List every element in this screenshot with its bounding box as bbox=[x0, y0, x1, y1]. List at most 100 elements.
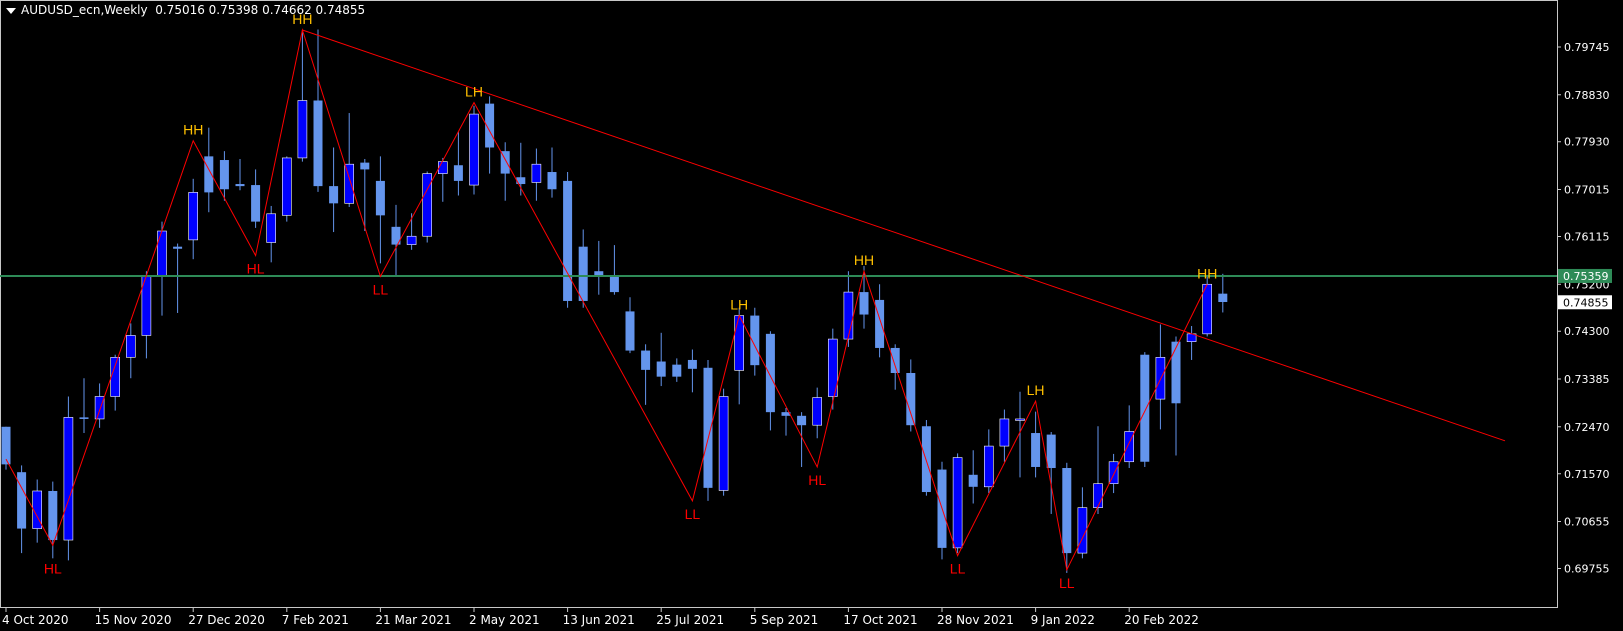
candle-body bbox=[875, 299, 885, 348]
ohlc-values: 0.75016 0.75398 0.74662 0.74855 bbox=[155, 3, 366, 17]
candle-body bbox=[1062, 468, 1072, 554]
candle-body bbox=[1218, 293, 1228, 303]
candle-body bbox=[406, 235, 417, 245]
x-tick-label: 21 Mar 2021 bbox=[375, 613, 451, 627]
candle-body bbox=[672, 364, 682, 377]
candle-body bbox=[110, 357, 120, 397]
candle-body bbox=[890, 347, 900, 374]
y-tick-label: 0.77930 bbox=[1564, 136, 1610, 149]
swing-label: HH bbox=[183, 122, 203, 138]
candle-body bbox=[1031, 433, 1041, 467]
candle-body bbox=[734, 315, 745, 371]
candle-body bbox=[609, 276, 619, 293]
swing-label: HL bbox=[44, 561, 62, 577]
candle-body bbox=[578, 246, 588, 301]
swing-label: LL bbox=[685, 506, 701, 522]
candle-body bbox=[63, 417, 74, 541]
x-tick-label: 28 Nov 2021 bbox=[937, 613, 1014, 627]
x-tick-label: 13 Jun 2021 bbox=[563, 613, 635, 627]
x-tick-label: 20 Feb 2022 bbox=[1124, 613, 1199, 627]
x-tick-label: 25 Jul 2021 bbox=[656, 613, 724, 627]
candle-body bbox=[906, 373, 916, 426]
candle-body bbox=[79, 417, 89, 419]
candle-body bbox=[157, 230, 167, 277]
candle-body bbox=[469, 113, 479, 186]
candle-body bbox=[687, 359, 697, 369]
candle-body bbox=[1046, 434, 1056, 469]
swing-label: HL bbox=[808, 472, 826, 488]
price-tag-label: 0.74855 bbox=[1563, 296, 1609, 309]
x-tick-label: 27 Dec 2020 bbox=[188, 613, 265, 627]
candle-body bbox=[281, 157, 292, 216]
candle-body bbox=[219, 160, 229, 190]
dropdown-arrow-icon[interactable] bbox=[6, 7, 16, 14]
swing-label: LL bbox=[373, 281, 389, 297]
candle-body bbox=[797, 415, 807, 426]
candle-body bbox=[1, 426, 11, 465]
y-tick-label: 0.79745 bbox=[1564, 41, 1610, 54]
candle-body bbox=[344, 163, 355, 204]
y-tick-label: 0.73385 bbox=[1564, 373, 1610, 386]
candle-body bbox=[968, 474, 978, 487]
y-tick-label: 0.76115 bbox=[1564, 230, 1610, 243]
candle-body bbox=[656, 361, 666, 377]
candle-body bbox=[297, 100, 308, 159]
y-tick-label: 0.74300 bbox=[1564, 325, 1610, 338]
candle-body bbox=[437, 161, 448, 174]
y-tick-label: 0.71570 bbox=[1564, 468, 1610, 481]
candle-body bbox=[812, 397, 823, 426]
candle-body bbox=[48, 490, 58, 541]
candle-body bbox=[999, 418, 1010, 447]
candle-body bbox=[983, 445, 994, 488]
chart-background bbox=[0, 0, 1623, 631]
candle-body bbox=[563, 180, 573, 301]
candle-body bbox=[1015, 418, 1025, 421]
x-tick-label: 7 Feb 2021 bbox=[282, 613, 349, 627]
x-tick-label: 9 Jan 2022 bbox=[1031, 613, 1095, 627]
candle-body bbox=[765, 333, 775, 413]
candle-body bbox=[1093, 483, 1103, 508]
chart-header: AUDUSD_ecn,Weekly 0.75016 0.75398 0.7466… bbox=[6, 3, 365, 17]
y-tick-label: 0.69755 bbox=[1564, 563, 1610, 576]
x-tick-label: 17 Oct 2021 bbox=[843, 613, 917, 627]
swing-label: LL bbox=[1059, 575, 1075, 591]
x-tick-label: 4 Oct 2020 bbox=[2, 613, 69, 627]
candle-body bbox=[1171, 341, 1181, 404]
swing-label: HL bbox=[247, 261, 265, 277]
candle-body bbox=[843, 291, 854, 340]
x-tick-label: 2 May 2021 bbox=[469, 613, 540, 627]
y-tick-label: 0.78830 bbox=[1564, 89, 1610, 102]
level-tag-label: 0.75359 bbox=[1563, 270, 1609, 283]
candle-body bbox=[952, 457, 963, 549]
symbol-label: AUDUSD_ecn,Weekly bbox=[21, 3, 148, 17]
candle-body bbox=[375, 180, 385, 216]
candle-body bbox=[625, 311, 635, 351]
candle-body bbox=[360, 162, 370, 170]
swing-label: HH bbox=[854, 252, 874, 268]
candle-body bbox=[17, 472, 27, 529]
candle-body bbox=[641, 350, 651, 370]
candle-body bbox=[1077, 507, 1088, 554]
candle-body bbox=[251, 185, 261, 222]
x-tick-label: 15 Nov 2020 bbox=[95, 613, 172, 627]
candle-body bbox=[718, 396, 729, 491]
candle-body bbox=[1155, 357, 1166, 400]
swing-label: LH bbox=[465, 84, 483, 100]
swing-label: LL bbox=[950, 561, 966, 577]
candle-body bbox=[859, 292, 869, 315]
swing-label: HH bbox=[1197, 265, 1217, 281]
candle-body bbox=[531, 163, 542, 183]
x-tick-label: 5 Sep 2021 bbox=[750, 613, 818, 627]
candle-body bbox=[313, 100, 323, 187]
price-chart[interactable]: HHHLHHLLLHLLLHHLHHLLLHLLHHHL 0.797450.78… bbox=[0, 0, 1623, 631]
y-tick-label: 0.72470 bbox=[1564, 421, 1610, 434]
candle-body bbox=[921, 426, 931, 493]
candle-body bbox=[126, 335, 136, 358]
candle-body bbox=[453, 165, 463, 181]
candle-body bbox=[173, 246, 183, 249]
candle-body bbox=[266, 213, 277, 243]
swing-label: LH bbox=[1027, 382, 1045, 398]
y-tick-label: 0.70655 bbox=[1564, 516, 1610, 529]
candle-body bbox=[547, 172, 557, 190]
candle-body bbox=[235, 184, 245, 187]
